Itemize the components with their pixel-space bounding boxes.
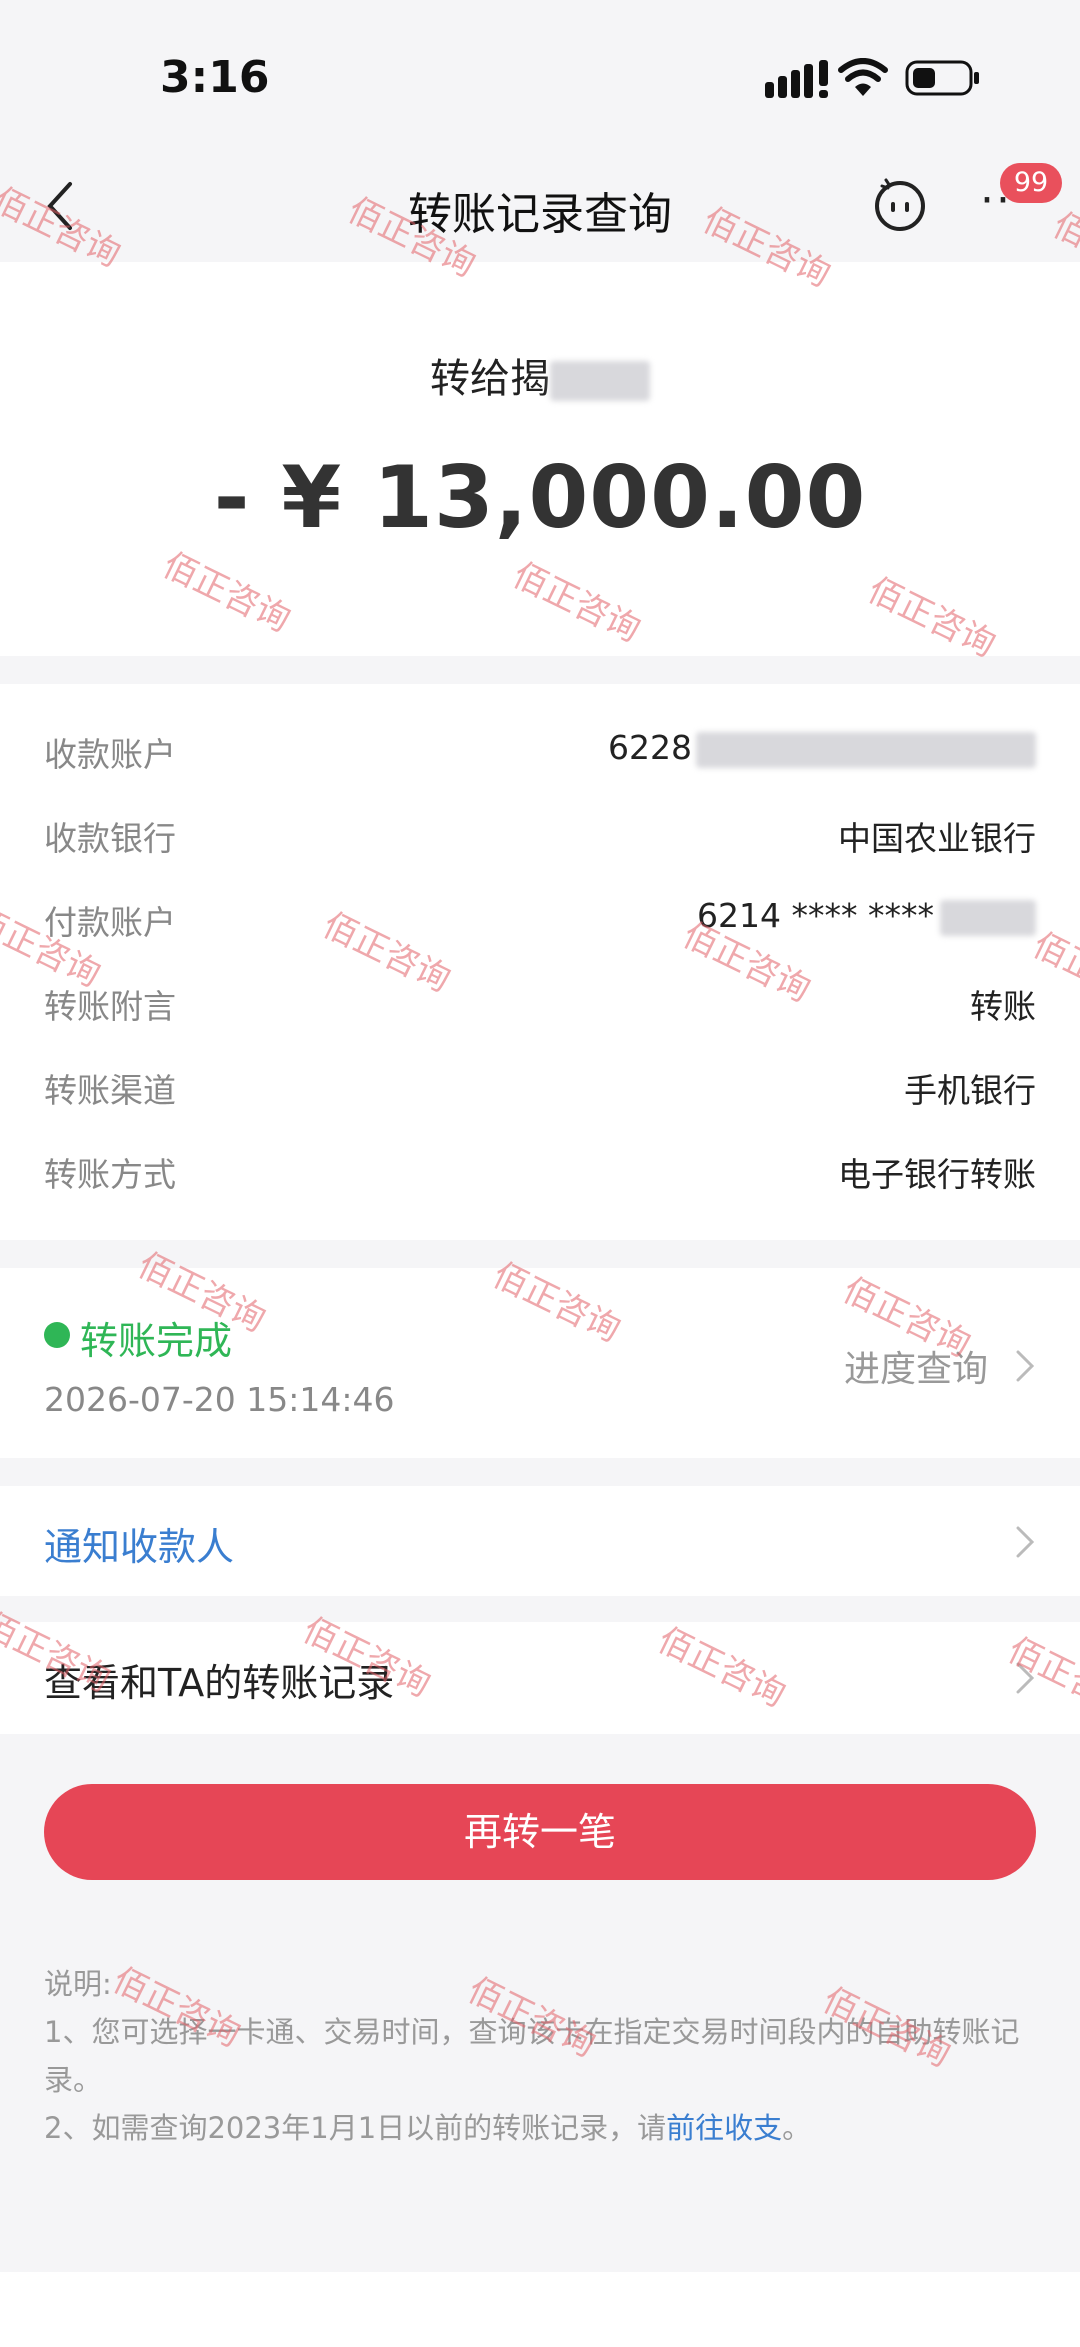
status-bar: 3:16 (0, 0, 1080, 150)
detail-label: 付款账户 (44, 903, 176, 942)
detail-row-receiver-bank: 收款银行 中国农业银行 (44, 804, 1036, 864)
recipient-line: 转给揭 (0, 346, 1080, 404)
transfer-again-button[interactable]: 再转一笔 (44, 1784, 1036, 1880)
detail-label: 转账附言 (44, 987, 176, 1026)
recipient-name: 转给揭 (430, 356, 550, 402)
detail-row-channel: 转账渠道 手机银行 (44, 1056, 1036, 1116)
bottom-panel (0, 2272, 1080, 2347)
details-card: 收款账户 6228 收款银行 中国农业银行 付款账户 6214 **** ***… (0, 684, 1080, 1240)
status-time: 3:16 (160, 52, 270, 103)
detail-value: 6214 **** **** (697, 896, 1036, 936)
status-dot-icon (44, 1322, 70, 1348)
payer-account-number: 6214 **** **** (697, 896, 934, 935)
recipient-name-redaction (550, 361, 650, 401)
transfer-history-label: 查看和TA的转账记录 (44, 1661, 395, 1705)
progress-query-link[interactable]: 进度查询 (844, 1340, 988, 1392)
chevron-right-icon (1016, 1526, 1035, 1558)
detail-label: 转账渠道 (44, 1071, 176, 1110)
chevron-right-icon (1016, 1662, 1035, 1694)
go-to-income-expense-link[interactable]: 前往收支 (666, 2111, 782, 2145)
detail-value: 转账 (970, 987, 1036, 1026)
notify-recipient-row[interactable]: 通知收款人 (0, 1486, 1080, 1596)
notes-section: 说明: 1、您可选择一卡通、交易时间，查询该卡在指定交易时间段内的自助转账记录。… (44, 1960, 1036, 2152)
detail-value: 电子银行转账 (838, 1155, 1036, 1194)
notes-line-1: 1、您可选择一卡通、交易时间，查询该卡在指定交易时间段内的自助转账记录。 (44, 2015, 1020, 2097)
battery-icon (905, 60, 979, 96)
detail-value: 中国农业银行 (838, 819, 1036, 858)
receiver-account-number: 6228 (608, 728, 692, 767)
payer-account-redaction (940, 899, 1036, 936)
detail-row-memo: 转账附言 转账 (44, 972, 1036, 1032)
assistant-robot-icon[interactable] (872, 176, 928, 232)
detail-value: 6228 (608, 728, 1036, 768)
detail-row-method: 转账方式 电子银行转账 (44, 1140, 1036, 1200)
chevron-right-icon[interactable] (1014, 1348, 1036, 1384)
status-timestamp: 2026-07-20 15:14:46 (44, 1380, 395, 1419)
notify-recipient-label: 通知收款人 (44, 1525, 235, 1569)
transfer-history-row[interactable]: 查看和TA的转账记录 (0, 1622, 1080, 1734)
detail-label: 收款账户 (44, 735, 176, 774)
navigation-bar: 转账记录查询 ··· 99 (0, 150, 1080, 260)
notes-line-2-text: 2、如需查询2023年1月1日以前的转账记录，请 (44, 2111, 667, 2145)
detail-row-receiver-account: 收款账户 6228 (44, 720, 1036, 780)
cellular-signal-icon (765, 60, 828, 98)
notes-title: 说明: (44, 1967, 112, 2001)
status-text: 转账完成 (80, 1319, 233, 1363)
detail-label: 转账方式 (44, 1155, 176, 1194)
receiver-account-redaction (696, 731, 1036, 768)
notification-badge: 99 (1000, 163, 1062, 203)
notes-line-2-end: 。 (782, 2111, 812, 2145)
detail-label: 收款银行 (44, 819, 176, 858)
notes-line-2: 2、如需查询2023年1月1日以前的转账记录，请前往收支。 (44, 2104, 1036, 2152)
transfer-amount: - ¥ 13,000.00 (213, 448, 867, 548)
transfer-status-card: 转账完成 2026-07-20 15:14:46 进度查询 (0, 1268, 1080, 1458)
wifi-icon (838, 58, 888, 96)
detail-value: 手机银行 (904, 1071, 1036, 1110)
detail-row-payer-account: 付款账户 6214 **** **** (44, 888, 1036, 948)
amount-card: 转给揭 - ¥ 13,000.00 (0, 262, 1080, 656)
